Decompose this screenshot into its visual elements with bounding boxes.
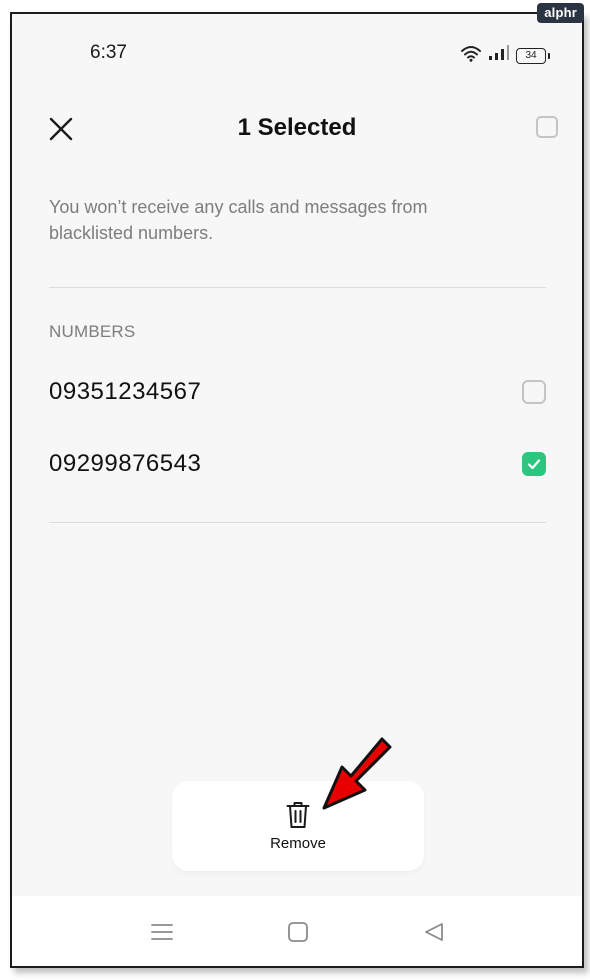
number-row-1[interactable]: 09351234567 [49, 370, 546, 414]
select-all-checkbox[interactable] [536, 116, 558, 138]
home-button[interactable] [284, 918, 312, 946]
checkmark-icon [527, 459, 541, 470]
system-navigation-bar [12, 896, 582, 966]
alphr-watermark: alphr [537, 3, 584, 23]
phone-number: 09351234567 [49, 378, 202, 405]
trash-icon [286, 801, 310, 828]
status-icons: 34 [460, 44, 550, 67]
phone-number: 09299876543 [49, 450, 202, 477]
divider-bottom [49, 522, 546, 523]
phone-screen: 6:37 34 1 Selected You won’t receive any… [10, 12, 584, 968]
row-checkbox-checked[interactable] [522, 452, 546, 476]
annotation-arrow-icon [322, 737, 392, 810]
signal-icon [488, 45, 510, 66]
battery-icon: 34 [516, 47, 550, 64]
page-title: 1 Selected [237, 114, 357, 141]
number-row-2[interactable]: 09299876543 [49, 442, 546, 486]
numbers-section-label: NUMBERS [49, 322, 136, 341]
wifi-icon [460, 44, 482, 67]
status-time: 6:37 [90, 42, 127, 63]
back-icon [425, 923, 443, 941]
blacklist-description: You won’t receive any calls and messages… [49, 197, 428, 243]
recent-apps-button[interactable] [148, 918, 176, 946]
back-button[interactable] [420, 918, 448, 946]
divider-top [49, 287, 546, 288]
remove-label: Remove [270, 834, 326, 852]
row-checkbox-unchecked[interactable] [522, 380, 546, 404]
menu-icon [151, 924, 173, 940]
home-icon [288, 922, 308, 942]
